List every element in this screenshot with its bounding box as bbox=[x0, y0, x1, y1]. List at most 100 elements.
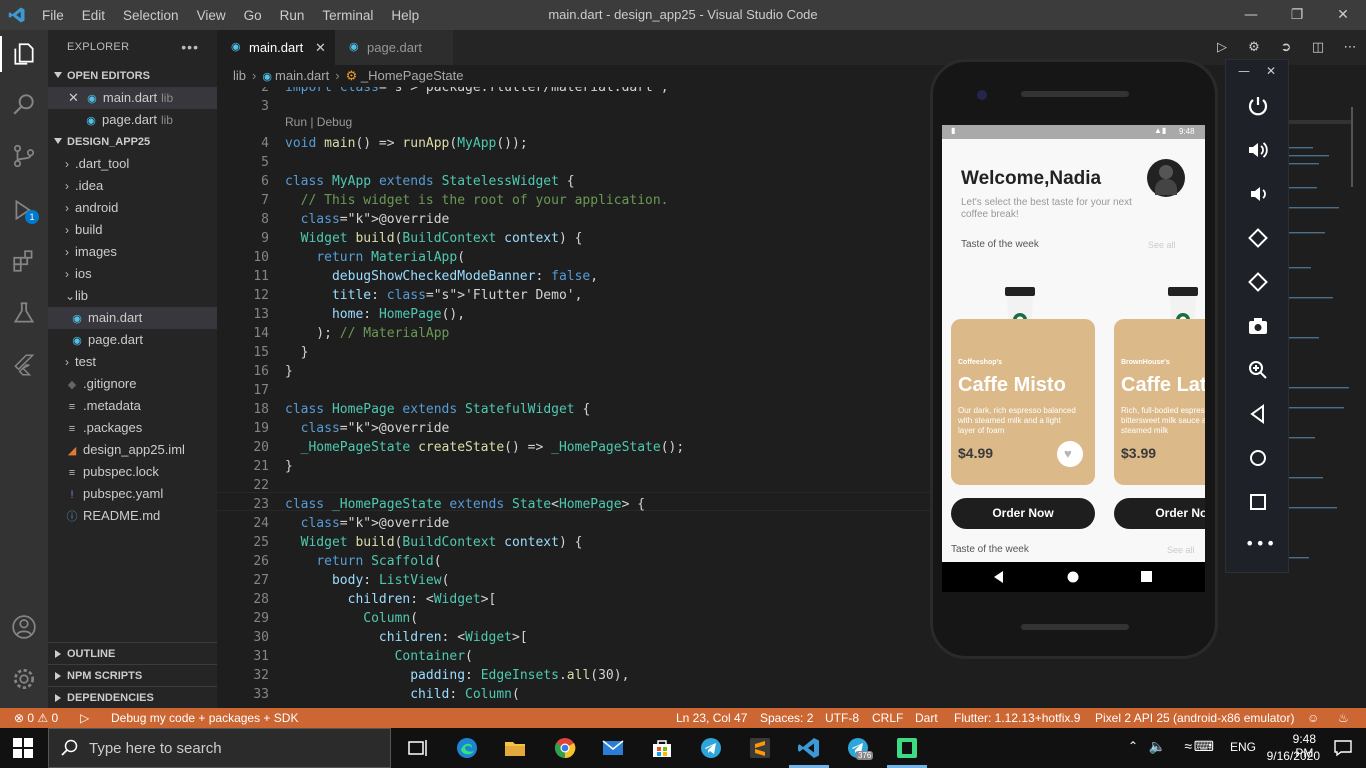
wifi-icon[interactable]: ≈ bbox=[1184, 738, 1192, 754]
store-icon[interactable] bbox=[650, 736, 674, 760]
notifications-bell-icon[interactable]: ♨ bbox=[1338, 711, 1349, 725]
clock-date[interactable]: 9/16/2020 bbox=[1267, 749, 1320, 763]
edge-browser-icon[interactable] bbox=[455, 736, 479, 760]
project-header[interactable]: DESIGN_APP25 bbox=[48, 131, 217, 153]
code-line[interactable]: children: <Widget>[ bbox=[285, 628, 684, 647]
notification-center-icon[interactable] bbox=[1334, 739, 1352, 757]
explorer-icon[interactable] bbox=[11, 41, 37, 67]
line-ending[interactable]: CRLF bbox=[872, 711, 903, 725]
tab-main-dart[interactable]: ◉ main.dart ✕ bbox=[217, 30, 335, 65]
open-editors-header[interactable]: OPEN EDITORS bbox=[48, 65, 217, 87]
taskbar-search[interactable]: Type here to search bbox=[48, 728, 391, 768]
tree-item[interactable]: › .dart_tool bbox=[48, 153, 217, 175]
minimize-icon[interactable]: — bbox=[1228, 0, 1274, 30]
menu-go[interactable]: Go bbox=[244, 8, 262, 23]
code-line[interactable]: void main() => runApp(MyApp()); bbox=[285, 134, 684, 153]
rotate-left-icon[interactable] bbox=[1246, 226, 1270, 250]
windows-start-icon[interactable] bbox=[13, 738, 33, 758]
close-icon[interactable]: ✕ bbox=[1320, 0, 1366, 30]
tree-item[interactable]: ◢ design_app25.iml bbox=[48, 439, 217, 461]
code-line[interactable] bbox=[285, 381, 684, 400]
tree-item[interactable]: ≡ pubspec.lock bbox=[48, 461, 217, 483]
npm-scripts-header[interactable]: NPM SCRIPTS bbox=[48, 664, 217, 686]
volume-up-icon[interactable] bbox=[1246, 138, 1270, 162]
restore-icon[interactable]: ❐ bbox=[1274, 0, 1320, 30]
code-line[interactable]: debugShowCheckedModeBanner: false, bbox=[285, 267, 684, 286]
split-editor-icon[interactable]: ◫ bbox=[1302, 40, 1334, 55]
code-line[interactable] bbox=[285, 476, 684, 495]
gear-icon[interactable] bbox=[11, 666, 37, 692]
code-line[interactable]: } bbox=[285, 457, 684, 476]
tree-item[interactable]: ≡ .metadata bbox=[48, 395, 217, 417]
chrome-browser-icon[interactable] bbox=[553, 736, 577, 760]
code-line[interactable]: } bbox=[285, 343, 684, 362]
code-line[interactable]: class _HomePageState extends State<HomeP… bbox=[285, 495, 684, 514]
menu-edit[interactable]: Edit bbox=[82, 8, 105, 23]
tree-item[interactable]: ◆ .gitignore bbox=[48, 373, 217, 395]
dependencies-header[interactable]: DEPENDENCIES bbox=[48, 686, 217, 708]
feedback-icon[interactable]: ☺ bbox=[1307, 711, 1319, 725]
tree-item[interactable]: ◉ main.dart bbox=[48, 307, 217, 329]
minimap[interactable] bbox=[1289, 87, 1353, 708]
tree-item[interactable]: › android bbox=[48, 197, 217, 219]
volume-down-icon[interactable] bbox=[1246, 182, 1270, 206]
menu-terminal[interactable]: Terminal bbox=[322, 8, 373, 23]
debug-config[interactable]: Debug my code + packages + SDK bbox=[111, 711, 298, 725]
tree-item[interactable]: ⌄lib bbox=[48, 285, 217, 307]
menu-run[interactable]: Run bbox=[280, 8, 305, 23]
account-icon[interactable] bbox=[11, 614, 37, 640]
code-line[interactable]: body: ListView( bbox=[285, 571, 684, 590]
code-line[interactable]: padding: EdgeInsets.all(30), bbox=[285, 666, 684, 685]
camera-icon[interactable] bbox=[1246, 314, 1270, 338]
home-icon[interactable] bbox=[1246, 446, 1270, 470]
code-line[interactable]: child: Column( bbox=[285, 685, 684, 704]
back-icon[interactable] bbox=[993, 571, 1005, 583]
menu-view[interactable]: View bbox=[197, 8, 226, 23]
android-emulator-icon[interactable] bbox=[895, 736, 919, 760]
task-view-icon[interactable] bbox=[406, 736, 430, 760]
tree-item[interactable]: › images bbox=[48, 241, 217, 263]
code-line[interactable]: class="k">@override bbox=[285, 210, 684, 229]
code-line[interactable] bbox=[285, 153, 684, 172]
file-explorer-icon[interactable] bbox=[503, 736, 527, 760]
code-line[interactable]: // This widget is the root of your appli… bbox=[285, 191, 684, 210]
breadcrumb-symbol[interactable]: _HomePageState bbox=[361, 68, 464, 83]
open-devtools-icon[interactable]: ➲ bbox=[1270, 40, 1302, 55]
tab-page-dart[interactable]: ◉ page.dart bbox=[335, 30, 453, 65]
more-options-icon[interactable]: ••• bbox=[1245, 534, 1276, 553]
flutter-version[interactable]: Flutter: 1.12.13+hotfix.9 bbox=[954, 711, 1080, 725]
code-line[interactable] bbox=[285, 97, 684, 116]
breadcrumb-file[interactable]: main.dart bbox=[275, 68, 329, 83]
open-editor-main[interactable]: ✕ ◉ main.dart lib bbox=[48, 87, 217, 109]
favorite-button[interactable]: ♥ bbox=[1057, 441, 1083, 467]
volume-icon[interactable]: 🔈 bbox=[1149, 738, 1166, 755]
outline-header[interactable]: OUTLINE bbox=[48, 642, 217, 664]
flutter-outline-icon[interactable] bbox=[11, 352, 37, 378]
tree-item[interactable]: › ios bbox=[48, 263, 217, 285]
code-line[interactable]: ); // MaterialApp bbox=[285, 324, 684, 343]
avatar[interactable] bbox=[1147, 159, 1185, 197]
mail-icon[interactable] bbox=[601, 736, 625, 760]
search-icon[interactable] bbox=[11, 91, 37, 117]
tree-item[interactable]: ≡ .packages bbox=[48, 417, 217, 439]
phone-screen[interactable]: ▮ ▲▮ 9:48 Welcome,Nadia Let's select the… bbox=[942, 125, 1205, 562]
order-now-button[interactable]: Order Now bbox=[951, 498, 1095, 529]
keyboard-icon[interactable]: ⌨ bbox=[1194, 738, 1214, 755]
code-line[interactable]: Widget build(BuildContext context) { bbox=[285, 533, 684, 552]
tree-item[interactable]: › build bbox=[48, 219, 217, 241]
code-line[interactable]: Container( bbox=[285, 647, 684, 666]
code-line[interactable]: return Scaffold( bbox=[285, 552, 684, 571]
vscode-taskbar-icon[interactable] bbox=[797, 736, 821, 760]
zoom-icon[interactable] bbox=[1246, 358, 1270, 382]
language-mode[interactable]: Dart bbox=[915, 711, 938, 725]
overview-icon[interactable] bbox=[1141, 571, 1152, 582]
extensions-icon[interactable] bbox=[11, 248, 37, 274]
chevron-up-icon[interactable]: ⌃ bbox=[1128, 739, 1138, 753]
code-line[interactable]: _HomePageState createState() => _HomePag… bbox=[285, 438, 685, 457]
problems-indicator[interactable]: ⊗ 0 ⚠ 0 bbox=[14, 711, 58, 725]
device-selector[interactable]: Pixel 2 API 25 (android-x86 emulator) bbox=[1095, 711, 1294, 725]
indentation[interactable]: Spaces: 2 bbox=[760, 711, 813, 725]
close-icon[interactable]: ✕ bbox=[68, 90, 79, 105]
more-actions-icon[interactable]: ••• bbox=[181, 30, 199, 65]
close-icon[interactable]: ✕ bbox=[1266, 64, 1276, 78]
